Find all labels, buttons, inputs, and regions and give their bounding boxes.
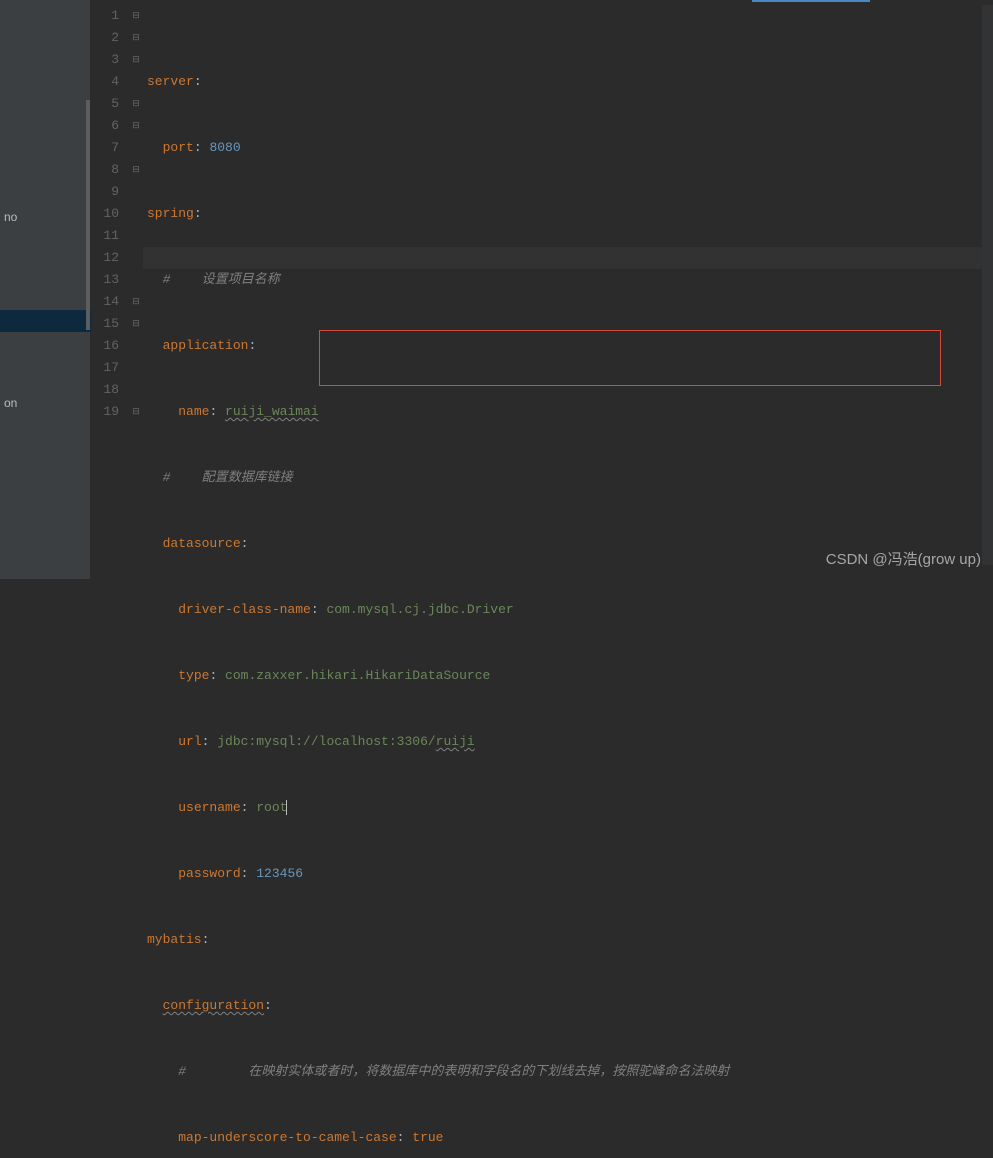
line-number: 16 [91,335,119,357]
line-number: 19 [91,401,119,423]
line-number: 13 [91,269,119,291]
line-number: 6 [91,115,119,137]
sidebar: no on [0,0,91,579]
fold-toggle-icon[interactable]: ⊟ [129,93,143,115]
line-number: 17 [91,357,119,379]
fold-spacer [129,71,143,93]
fold-toggle-icon[interactable]: ⊟ [129,49,143,71]
line-number: 2 [91,27,119,49]
fold-spacer [129,203,143,225]
line-number: 1 [91,5,119,27]
fold-spacer [129,181,143,203]
line-number: 3 [91,49,119,71]
code-line: name: ruiji_waimai [143,401,993,423]
current-line-highlight [143,247,993,269]
fold-column: ⊟⊟⊟⊟⊟⊟⊟⊟⊟ [129,5,143,579]
fold-toggle-icon[interactable]: ⊟ [129,27,143,49]
fold-spacer [129,269,143,291]
code-line: application: [143,335,993,357]
line-number: 14 [91,291,119,313]
line-number: 15 [91,313,119,335]
sidebar-item-selected[interactable] [0,310,91,332]
line-number: 11 [91,225,119,247]
sidebar-item[interactable]: on [0,396,17,410]
code-line: driver-class-name: com.mysql.cj.jdbc.Dri… [143,599,993,621]
code-line: server: [143,71,993,93]
active-tab-indicator [752,0,870,2]
fold-toggle-icon[interactable]: ⊟ [129,313,143,335]
fold-toggle-icon[interactable]: ⊟ [129,5,143,27]
code-line: # 配置数据库链接 [143,467,993,489]
fold-spacer [129,379,143,401]
line-number: 8 [91,159,119,181]
gutter: 12345678910111213141516171819 [91,5,129,579]
code-line: configuration: [143,995,993,1017]
watermark: CSDN @冯浩(grow up) [826,548,981,569]
fold-toggle-icon[interactable]: ⊟ [129,115,143,137]
line-number: 5 [91,93,119,115]
code-line: mybatis: [143,929,993,951]
code-line: password: 123456 [143,863,993,885]
fold-toggle-icon[interactable]: ⊟ [129,159,143,181]
fold-spacer [129,225,143,247]
code-line: url: jdbc:mysql://localhost:3306/ruiji [143,731,993,753]
line-number: 7 [91,137,119,159]
fold-spacer [129,335,143,357]
code-line: # 设置项目名称 [143,269,993,291]
fold-toggle-icon[interactable]: ⊟ [129,291,143,313]
fold-spacer [129,357,143,379]
line-number: 4 [91,71,119,93]
code-line: username: root [143,797,993,819]
sidebar-scrollbar[interactable] [86,100,90,330]
code-area[interactable]: server: port: 8080 spring: # 设置项目名称 appl… [143,5,993,579]
minimap[interactable] [982,5,993,565]
sidebar-item[interactable]: no [0,210,17,224]
line-number: 9 [91,181,119,203]
line-number: 10 [91,203,119,225]
caret [286,800,287,815]
code-line: # 在映射实体或者时，将数据库中的表明和字段名的下划线去掉，按照驼峰命名法映射 [143,1061,993,1083]
code-line: spring: [143,203,993,225]
fold-spacer [129,137,143,159]
code-line: map-underscore-to-camel-case: true [143,1127,993,1149]
line-number: 18 [91,379,119,401]
fold-spacer [129,247,143,269]
code-line: port: 8080 [143,137,993,159]
fold-toggle-icon[interactable]: ⊟ [129,401,143,423]
code-line: type: com.zaxxer.hikari.HikariDataSource [143,665,993,687]
line-number: 12 [91,247,119,269]
code-editor[interactable]: 12345678910111213141516171819 ⊟⊟⊟⊟⊟⊟⊟⊟⊟ … [91,5,993,579]
